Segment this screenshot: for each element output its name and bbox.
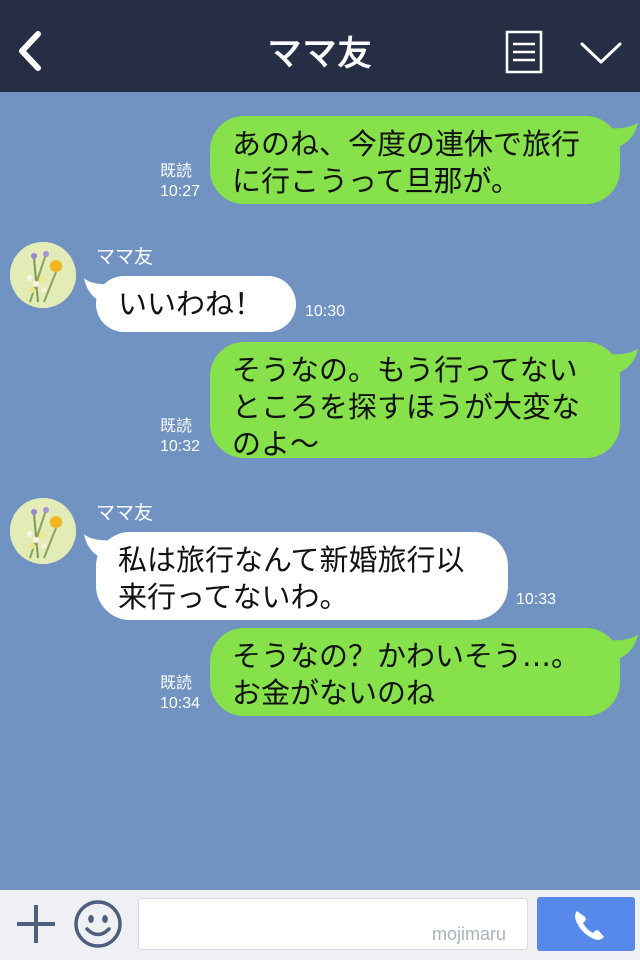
chat-title: ママ友 [267, 34, 373, 74]
message-time: 10:34 [160, 695, 201, 712]
message-time: 10:33 [516, 591, 557, 608]
watermark: mojimaru [432, 924, 507, 944]
avatar[interactable] [10, 498, 76, 564]
message-bubble-outgoing[interactable]: あのね、今度の連休で旅行 に行こうって旦那が。 [210, 116, 620, 204]
message-line: に行こうって旦那が。 [232, 164, 520, 198]
read-receipt: 既読 10:27 [160, 162, 200, 202]
chat-header: ママ友 [0, 0, 640, 92]
avatar[interactable] [10, 242, 76, 308]
flower-avatar-icon [10, 242, 76, 308]
message-bubble-outgoing[interactable]: そうなの？かわいそう…。 お金がないのね [210, 628, 620, 716]
message-line: あのね、今度の連休で旅行 [232, 127, 581, 161]
sender-name: ママ友 [96, 502, 154, 524]
smiley-icon [74, 900, 122, 948]
notes-icon [505, 30, 543, 74]
phone-icon [575, 911, 604, 940]
message-line: のよ〜 [232, 427, 320, 461]
chevron-down-icon [580, 42, 622, 64]
message-line: 来行ってないわ。 [118, 580, 349, 614]
message-time: 10:27 [160, 183, 201, 200]
read-label: 既読 [160, 163, 193, 180]
add-button[interactable] [14, 902, 58, 946]
read-label: 既読 [160, 418, 193, 435]
message-line: 私は旅行なんて新婚旅行以 [118, 543, 465, 577]
message-line: ところを探すほうが大変な [232, 390, 581, 424]
message-bubble-incoming[interactable]: 私は旅行なんて新婚旅行以 来行ってないわ。 [96, 532, 508, 620]
message-bubble-incoming[interactable]: いいわね！ [96, 276, 296, 332]
message-line: そうなの。もう行ってない [232, 353, 578, 387]
message-line: お金がないのね [232, 676, 436, 710]
emoji-button[interactable] [72, 898, 124, 950]
sender-name: ママ友 [96, 246, 154, 268]
plus-icon [17, 905, 55, 943]
message-bubble-outgoing[interactable]: そうなの。もう行ってない ところを探すほうが大変な のよ〜 [210, 342, 620, 461]
read-receipt: 既読 10:34 [160, 674, 200, 714]
message-time: 10:30 [305, 303, 346, 320]
flower-avatar-icon [10, 498, 76, 564]
read-label: 既読 [160, 675, 193, 692]
message-line: いいわね！ [118, 287, 264, 321]
read-receipt: 既読 10:32 [160, 417, 200, 457]
call-button[interactable] [537, 897, 635, 951]
notes-button[interactable] [505, 30, 543, 74]
message-line: そうなの？かわいそう…。 [232, 639, 581, 673]
message-time: 10:32 [160, 438, 201, 455]
menu-toggle-button[interactable] [578, 36, 624, 70]
chat-area[interactable]: 既読 10:27 あのね、今度の連休で旅行 に行こうって旦那が。 ママ友 いいわ… [0, 92, 640, 890]
